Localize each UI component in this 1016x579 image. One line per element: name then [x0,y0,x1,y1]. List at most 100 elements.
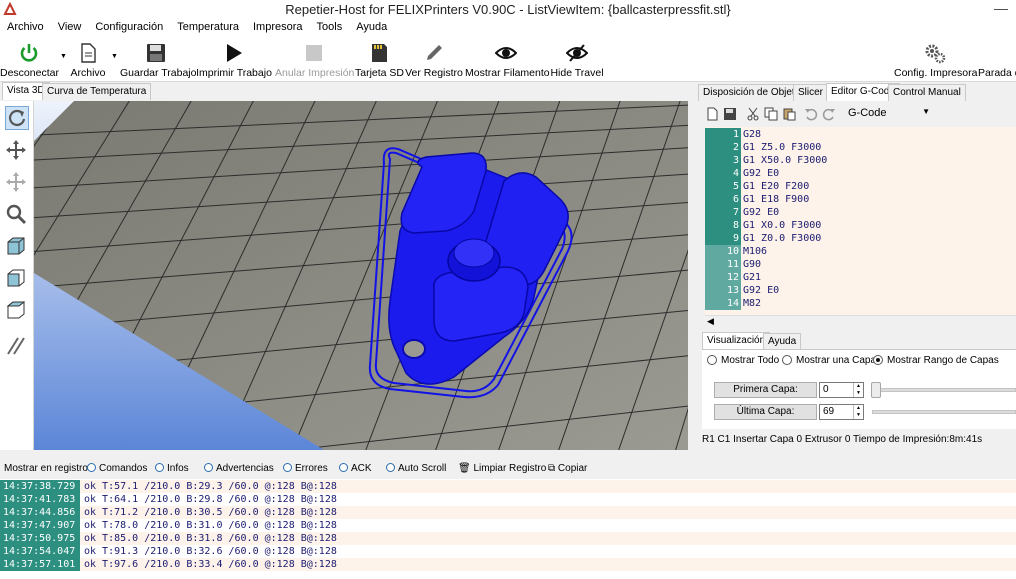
save-icon[interactable] [723,107,737,121]
log-timestamp: 14:37:57.101 [0,558,80,571]
show-one-layer-radio[interactable]: Mostrar una Capa [782,355,876,366]
print-job-button[interactable]: Imprimir Trabajo [196,37,272,82]
gcode-line[interactable]: 9 G1 Z0.0 F3000 [705,232,1016,245]
last-layer-slider-track[interactable] [872,410,1016,414]
file-dropdown-icon[interactable]: ▼ [111,53,118,60]
show-log-button[interactable]: Ver Registro [405,37,463,82]
log-row[interactable]: 14:37:47.907 ok T:78.0 /210.0 B:31.0 /60.… [0,519,1016,532]
log-timestamp: 14:37:38.729 [0,480,80,493]
log-commands-label: Comandos [99,463,148,474]
tab-temperature-curve[interactable]: Curva de Temperatura [42,83,152,100]
log-ack-toggle[interactable]: ACK [339,463,372,474]
log-row[interactable]: 14:37:38.729 ok T:57.1 /210.0 B:29.3 /60.… [0,480,1016,493]
new-file-icon[interactable] [705,107,719,121]
log-errors-toggle[interactable]: Errores [283,463,328,474]
parallel-view-button[interactable] [5,335,29,359]
3d-viewport[interactable] [34,101,688,450]
spinner-arrows-icon[interactable]: ▲ ▼ [853,405,863,419]
gcode-line[interactable]: 1 G28 [705,128,1016,141]
gcode-line-text: G1 X0.0 F3000 [743,220,822,231]
gcode-line-number: 9 [705,232,741,245]
menu-view[interactable]: View [51,19,89,37]
menu-impresora[interactable]: Impresora [246,19,310,37]
log-row[interactable]: 14:37:50.975 ok T:85.0 /210.0 B:31.8 /60.… [0,532,1016,545]
tab-visualization[interactable]: Visualización [702,332,771,350]
gcode-line[interactable]: 6 G1 E18 F900 [705,193,1016,206]
redo-icon[interactable] [822,107,836,121]
copy-icon[interactable] [764,107,778,121]
cancel-print-button[interactable]: Anular Impresión [275,37,354,82]
emergency-stop-button[interactable]: Parada de [978,37,1016,82]
gcode-editor[interactable]: 1 G28 2 G1 Z5.0 F3000 3 G1 X50.0 F3000 4 G92 E0… [705,127,1016,315]
gcode-line[interactable]: 13 G92 E0 [705,284,1016,297]
log-row[interactable]: 14:37:54.047 ok T:91.3 /210.0 B:32.6 /60.… [0,545,1016,558]
gcode-line[interactable]: 7 G92 E0 [705,206,1016,219]
gcode-line[interactable]: 8 G1 X0.0 F3000 [705,219,1016,232]
cut-icon[interactable] [746,107,760,121]
spinner-arrows-icon[interactable]: ▲ ▼ [853,383,863,397]
menu-tools[interactable]: Tools [310,19,350,37]
gcode-line[interactable]: 14 M82 [705,297,1016,310]
log-table[interactable]: 14:37:38.729 ok T:57.1 /210.0 B:29.3 /60.… [0,479,1016,579]
minimize-icon[interactable]: — [994,0,1008,16]
log-warnings-toggle[interactable]: Advertencias [204,463,274,474]
first-layer-slider-track[interactable] [872,388,1016,392]
first-layer-slider-thumb[interactable] [871,382,881,398]
menu-ayuda[interactable]: Ayuda [349,19,394,37]
iso-view-button[interactable] [5,235,29,259]
menu-temperatura[interactable]: Temperatura [170,19,246,37]
menu-archivo[interactable]: Archivo [0,19,51,37]
save-job-button[interactable]: Guardar Trabajo [120,37,196,82]
zoom-button[interactable] [5,203,29,227]
file-button[interactable]: ▼ Archivo [66,37,118,82]
move-object-button[interactable] [5,171,29,195]
show-one-layer-label: Mostrar una Capa [796,355,877,366]
paste-icon[interactable] [782,107,796,121]
sd-card-button[interactable]: Tarjeta SD [355,37,405,82]
log-infos-toggle[interactable]: Infos [155,463,189,474]
log-row[interactable]: 14:37:57.101 ok T:97.6 /210.0 B:33.4 /60.… [0,558,1016,571]
scroll-left-icon[interactable]: ◀ [707,316,714,327]
log-autoscroll-toggle[interactable]: Auto Scroll [386,463,446,474]
log-row[interactable]: 14:37:44.856 ok T:71.2 /210.0 B:30.5 /60.… [0,506,1016,519]
log-clear-label: Limpiar Registro [473,463,547,474]
log-clear-button[interactable]: 🗑 Limpiar Registro [458,463,546,474]
show-filament-button[interactable]: Mostrar Filamento [465,37,550,82]
tab-slicer[interactable]: Slicer [793,84,829,101]
gcode-line[interactable]: 3 G1 X50.0 F3000 [705,154,1016,167]
disconnect-button[interactable]: ▼ Desconectar [0,37,67,82]
menu-configuracion[interactable]: Configuración [88,19,170,37]
gcode-line[interactable]: 2 G1 Z5.0 F3000 [705,141,1016,154]
first-layer-input[interactable]: 0 ▲ ▼ [819,382,864,398]
gcode-line[interactable]: 5 G1 E20 F200 [705,180,1016,193]
log-row[interactable]: 14:37:41.783 ok T:64.1 /210.0 B:29.8 /60.… [0,493,1016,506]
undo-icon[interactable] [804,107,818,121]
log-commands-toggle[interactable]: Comandos [87,463,147,474]
tab-manual-control[interactable]: Control Manual [888,84,966,101]
show-all-radio[interactable]: Mostrar Todo [707,355,779,366]
top-view-button[interactable] [5,299,29,323]
first-layer-button[interactable]: Primera Capa: [714,382,817,398]
print-bed-scene [34,101,688,450]
gcode-file-select[interactable]: G-Code ▼ [844,105,934,123]
gcode-line[interactable]: 12 G21 [705,271,1016,284]
move-icon [6,140,26,160]
move-view-button[interactable] [5,139,29,163]
gcode-line[interactable]: 4 G92 E0 [705,167,1016,180]
log-copy-button[interactable]: ⧉ Copiar [548,463,587,474]
gcode-line-number: 7 [705,206,741,219]
tab-help[interactable]: Ayuda [763,333,802,350]
gcode-line[interactable]: 11 G90 [705,258,1016,271]
log-message: ok T:91.3 /210.0 B:32.6 /60.0 @:128 B@:1… [84,546,337,557]
hide-travel-button[interactable]: Hide Travel [550,37,604,82]
printer-config-button[interactable]: Config. Impresora [894,37,977,82]
last-layer-input[interactable]: 69 ▲ ▼ [819,404,864,420]
last-layer-button[interactable]: Última Capa: [714,404,817,420]
gcode-horizontal-scrollbar[interactable]: ◀ [705,315,1016,328]
rotate-view-button[interactable] [5,106,29,130]
sd-card-label: Tarjeta SD [355,67,405,79]
front-view-button[interactable] [5,267,29,291]
copy-icon: ⧉ [548,463,556,474]
gcode-line[interactable]: 10 M106 [705,245,1016,258]
show-layer-range-radio[interactable]: Mostrar Rango de Capas [873,355,999,366]
